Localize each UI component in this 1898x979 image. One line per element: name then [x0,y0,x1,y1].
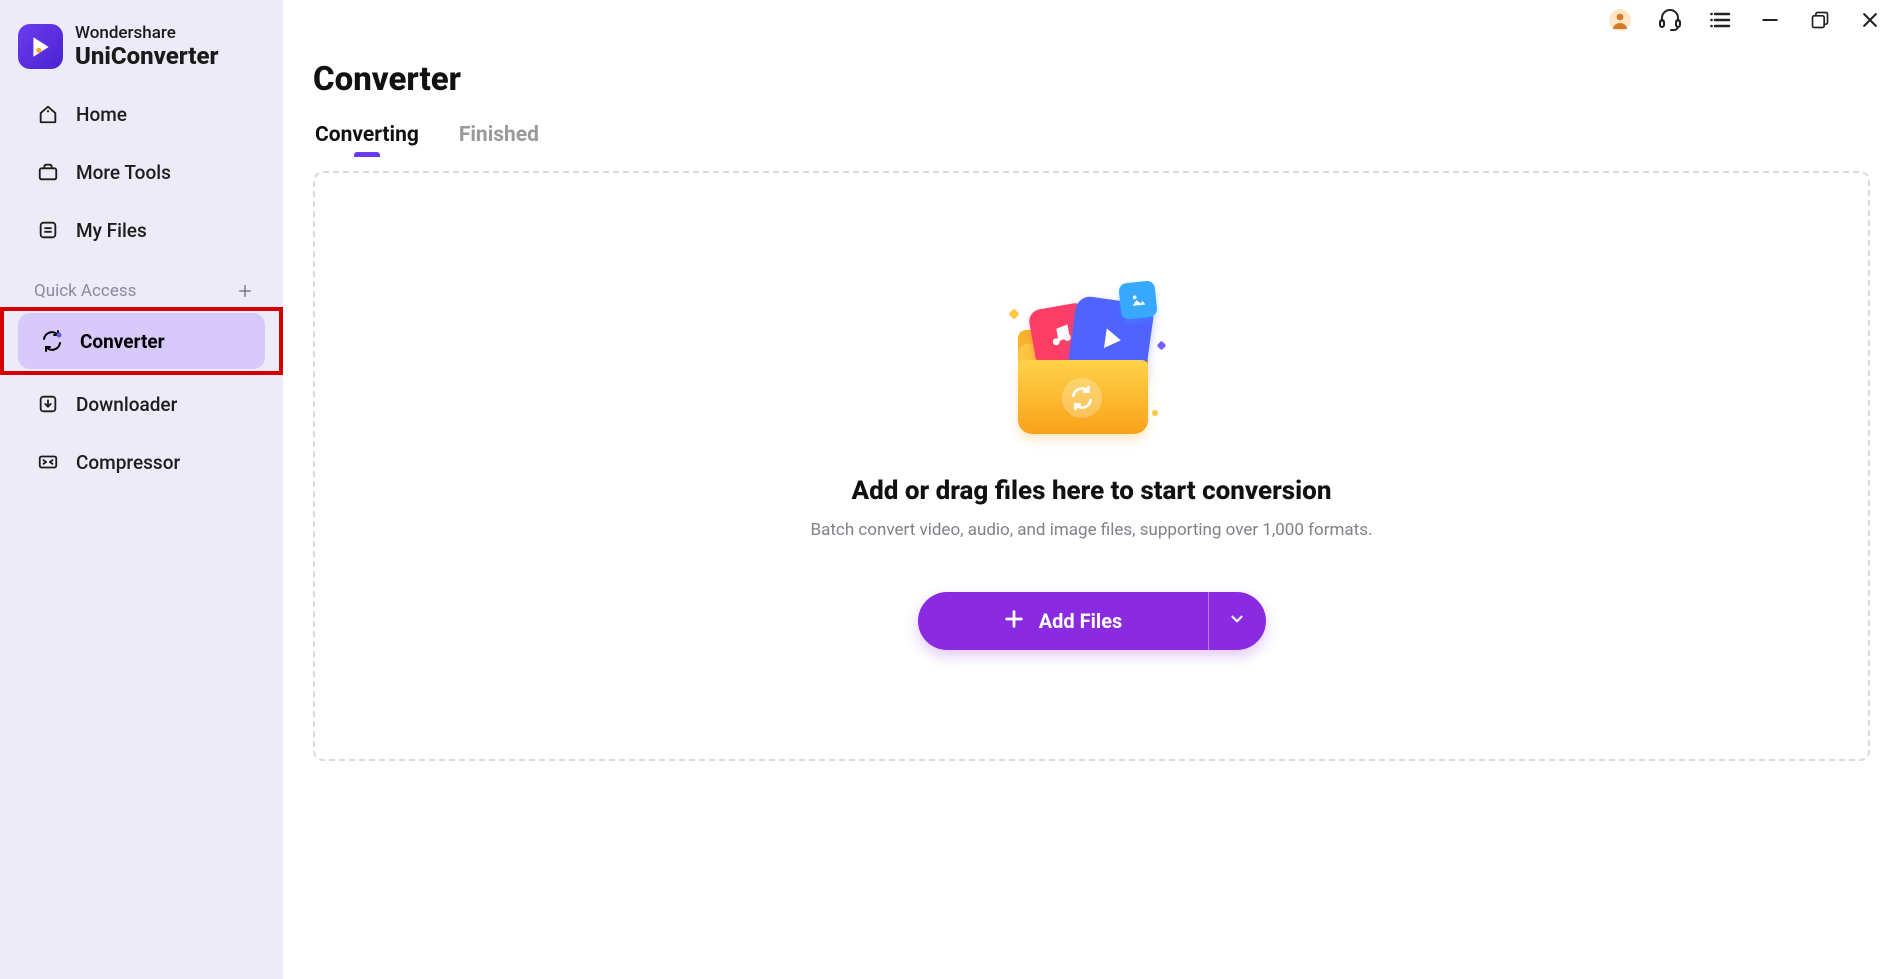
tabs: Converting Finished [283,99,1898,157]
home-icon [36,102,60,126]
sidebar-item-label: My Files [76,219,147,242]
tab-finished[interactable]: Finished [459,123,539,157]
plus-icon [1003,608,1025,635]
quick-access-label: Quick Access [34,281,136,301]
files-icon [36,218,60,242]
page-title: Converter [283,40,1898,99]
account-icon[interactable] [1602,2,1638,38]
main-content: Converter Converting Finished [283,0,1898,979]
add-files-dropdown-button[interactable] [1208,592,1266,650]
menu-icon[interactable] [1702,2,1738,38]
tab-converting[interactable]: Converting [315,123,419,157]
sidebar-item-converter[interactable]: Converter [18,313,265,369]
sidebar-item-more-tools[interactable]: More Tools [14,144,269,200]
converter-icon [40,329,64,353]
support-icon[interactable] [1652,2,1688,38]
brand: Wondershare UniConverter [0,14,283,85]
chevron-down-icon [1228,610,1246,632]
dropzone[interactable]: Add or drag files here to start conversi… [313,171,1870,761]
compressor-icon [36,450,60,474]
titlebar [283,0,1898,40]
tab-label: Converting [315,123,419,147]
sidebar-item-label: Home [76,103,127,126]
tab-label: Finished [459,123,539,147]
sidebar-item-label: Downloader [76,393,177,416]
download-icon [36,392,60,416]
maximize-icon[interactable] [1802,2,1838,38]
dropzone-heading: Add or drag files here to start conversi… [852,476,1332,506]
toolbox-icon [36,160,60,184]
sidebar-item-label: Converter [80,330,165,353]
sidebar-item-home[interactable]: Home [14,86,269,142]
quick-access-add-button[interactable] [235,281,255,301]
add-files-group: Add Files [918,592,1266,650]
close-icon[interactable] [1852,2,1888,38]
sidebar-item-label: Compressor [76,451,180,474]
brand-line2: UniConverter [75,43,218,69]
brand-line1: Wondershare [75,24,218,43]
sidebar-item-label: More Tools [76,161,171,184]
sidebar-item-my-files[interactable]: My Files [14,202,269,258]
sidebar: Wondershare UniConverter Home More Tools… [0,0,283,979]
add-files-button[interactable]: Add Files [918,592,1208,650]
sync-icon [1062,378,1102,418]
minimize-icon[interactable] [1752,2,1788,38]
image-icon [1118,280,1158,320]
quick-access-header: Quick Access [0,259,283,307]
highlight-converter: Converter [0,307,283,375]
dropzone-subtext: Batch convert video, audio, and image fi… [811,520,1373,540]
brand-logo-icon [18,24,63,69]
sidebar-item-compressor[interactable]: Compressor [14,434,269,490]
dropzone-illustration-icon [1002,282,1182,452]
sidebar-item-downloader[interactable]: Downloader [14,376,269,432]
add-files-label: Add Files [1039,609,1123,633]
